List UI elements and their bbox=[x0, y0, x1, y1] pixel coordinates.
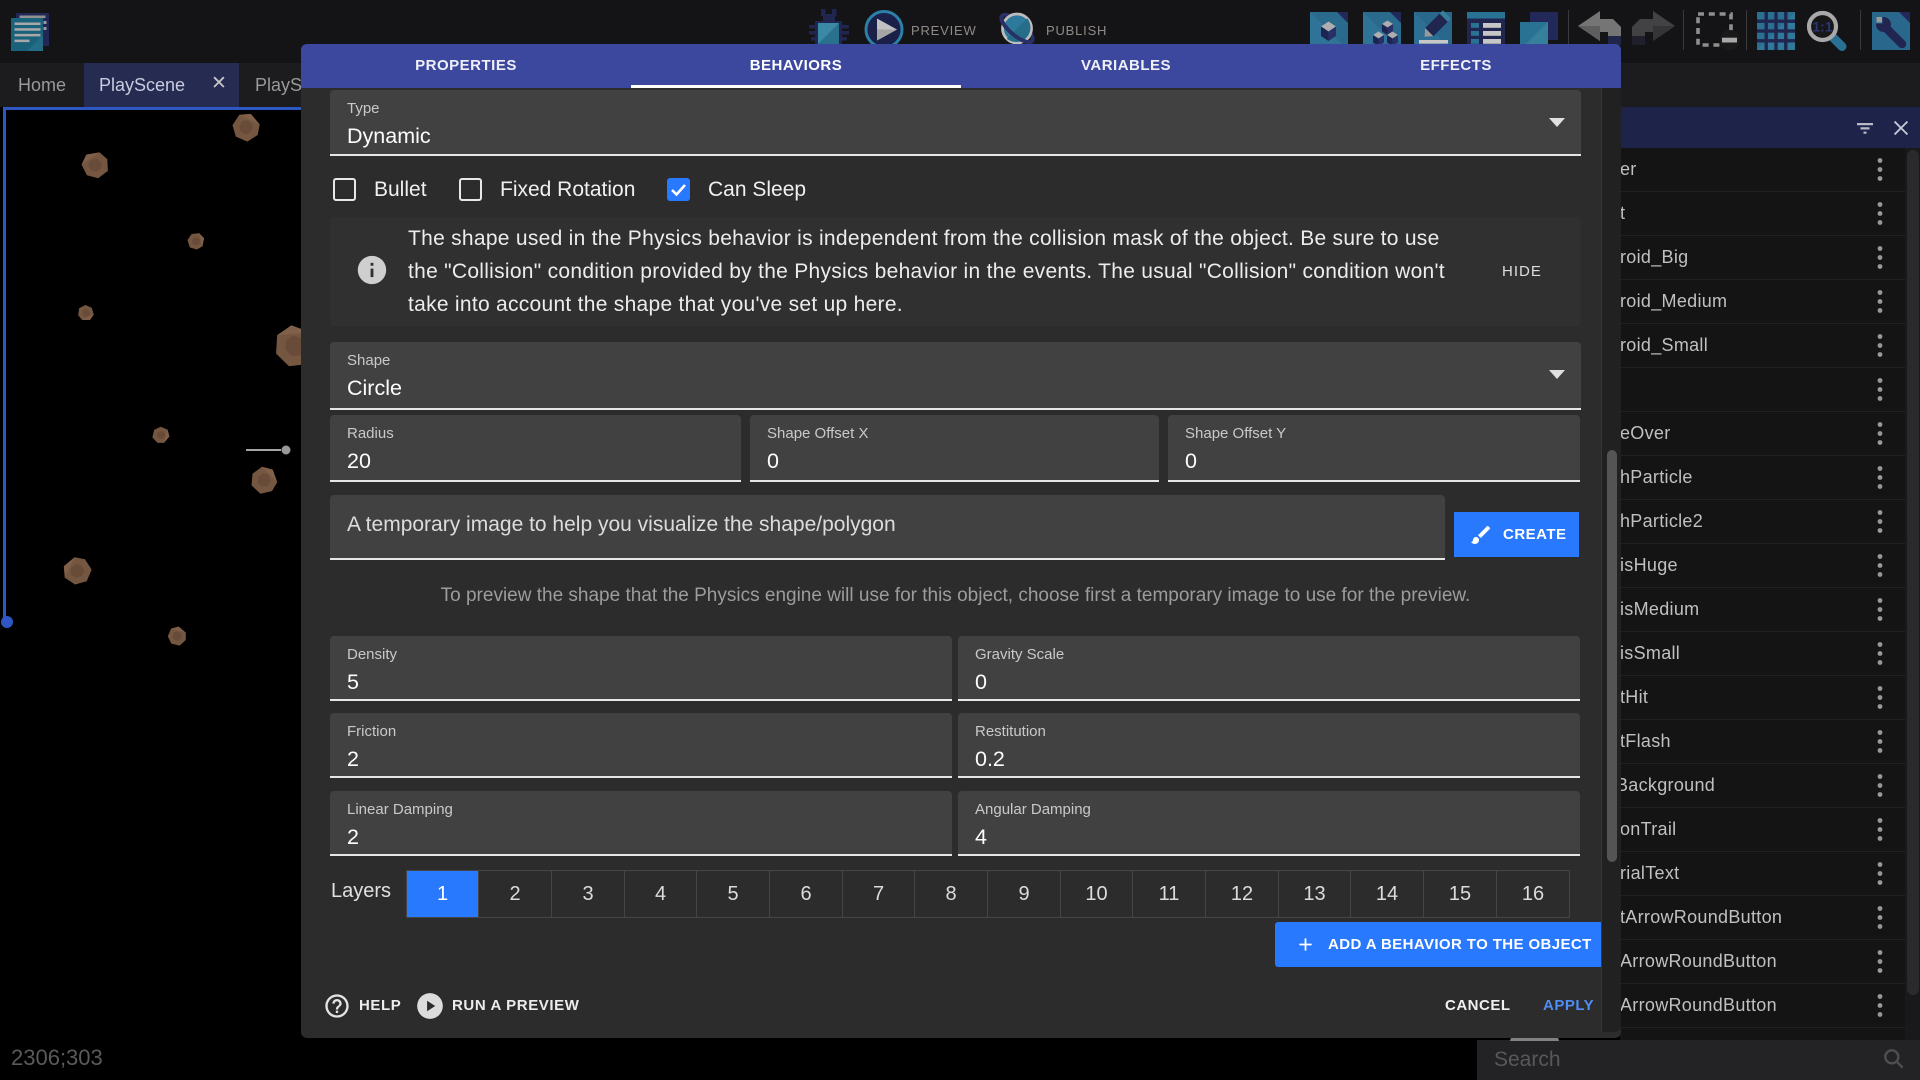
svg-text:PREVIEW: PREVIEW bbox=[911, 23, 977, 38]
svg-text:PUBLISH: PUBLISH bbox=[1046, 23, 1107, 38]
svg-text:1:1: 1:1 bbox=[1812, 19, 1832, 35]
